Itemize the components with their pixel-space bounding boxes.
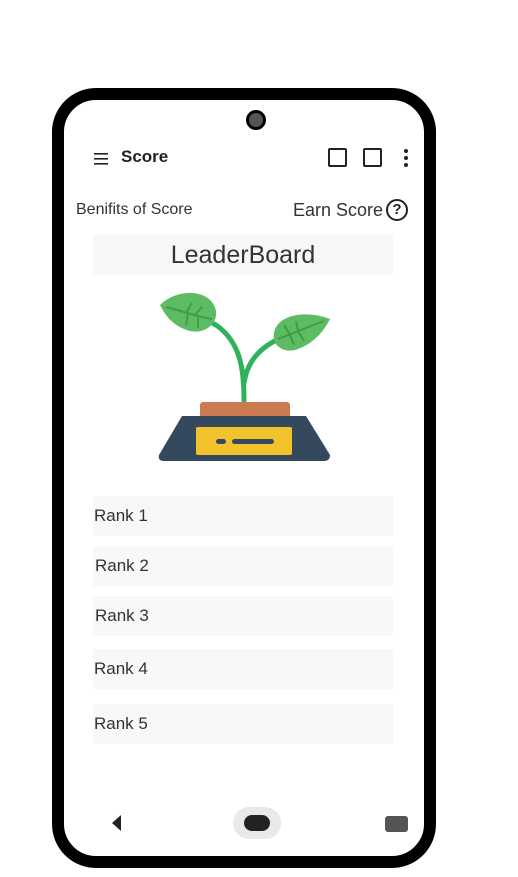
more-vertical-icon[interactable]: [403, 148, 409, 168]
benefits-of-score-link[interactable]: Benifits of Score: [76, 201, 193, 219]
recents-icon[interactable]: [385, 816, 408, 832]
back-icon[interactable]: [110, 814, 122, 832]
rank-item-1[interactable]: Rank 1: [93, 496, 393, 536]
square-icon[interactable]: [363, 148, 382, 167]
plant-on-scale-icon: [158, 292, 330, 461]
home-button[interactable]: [233, 807, 281, 839]
hamburger-icon[interactable]: [92, 149, 112, 169]
phone-frame: Score Benifits of Score Earn Score ? Lea…: [52, 88, 436, 868]
leaderboard-title: LeaderBoard: [93, 235, 393, 275]
earn-score-link[interactable]: Earn Score: [293, 200, 383, 221]
app-bar: Score: [64, 146, 424, 172]
camera-icon: [246, 110, 266, 130]
rank-item-2[interactable]: Rank 2: [93, 546, 393, 586]
home-icon: [244, 815, 270, 831]
rank-item-3[interactable]: Rank 3: [93, 596, 393, 636]
rank-item-5[interactable]: Rank 5: [93, 704, 393, 744]
help-icon[interactable]: ?: [386, 199, 408, 221]
square-icon[interactable]: [328, 148, 347, 167]
app-title: Score: [121, 147, 169, 166]
rank-item-4[interactable]: Rank 4: [93, 649, 393, 689]
